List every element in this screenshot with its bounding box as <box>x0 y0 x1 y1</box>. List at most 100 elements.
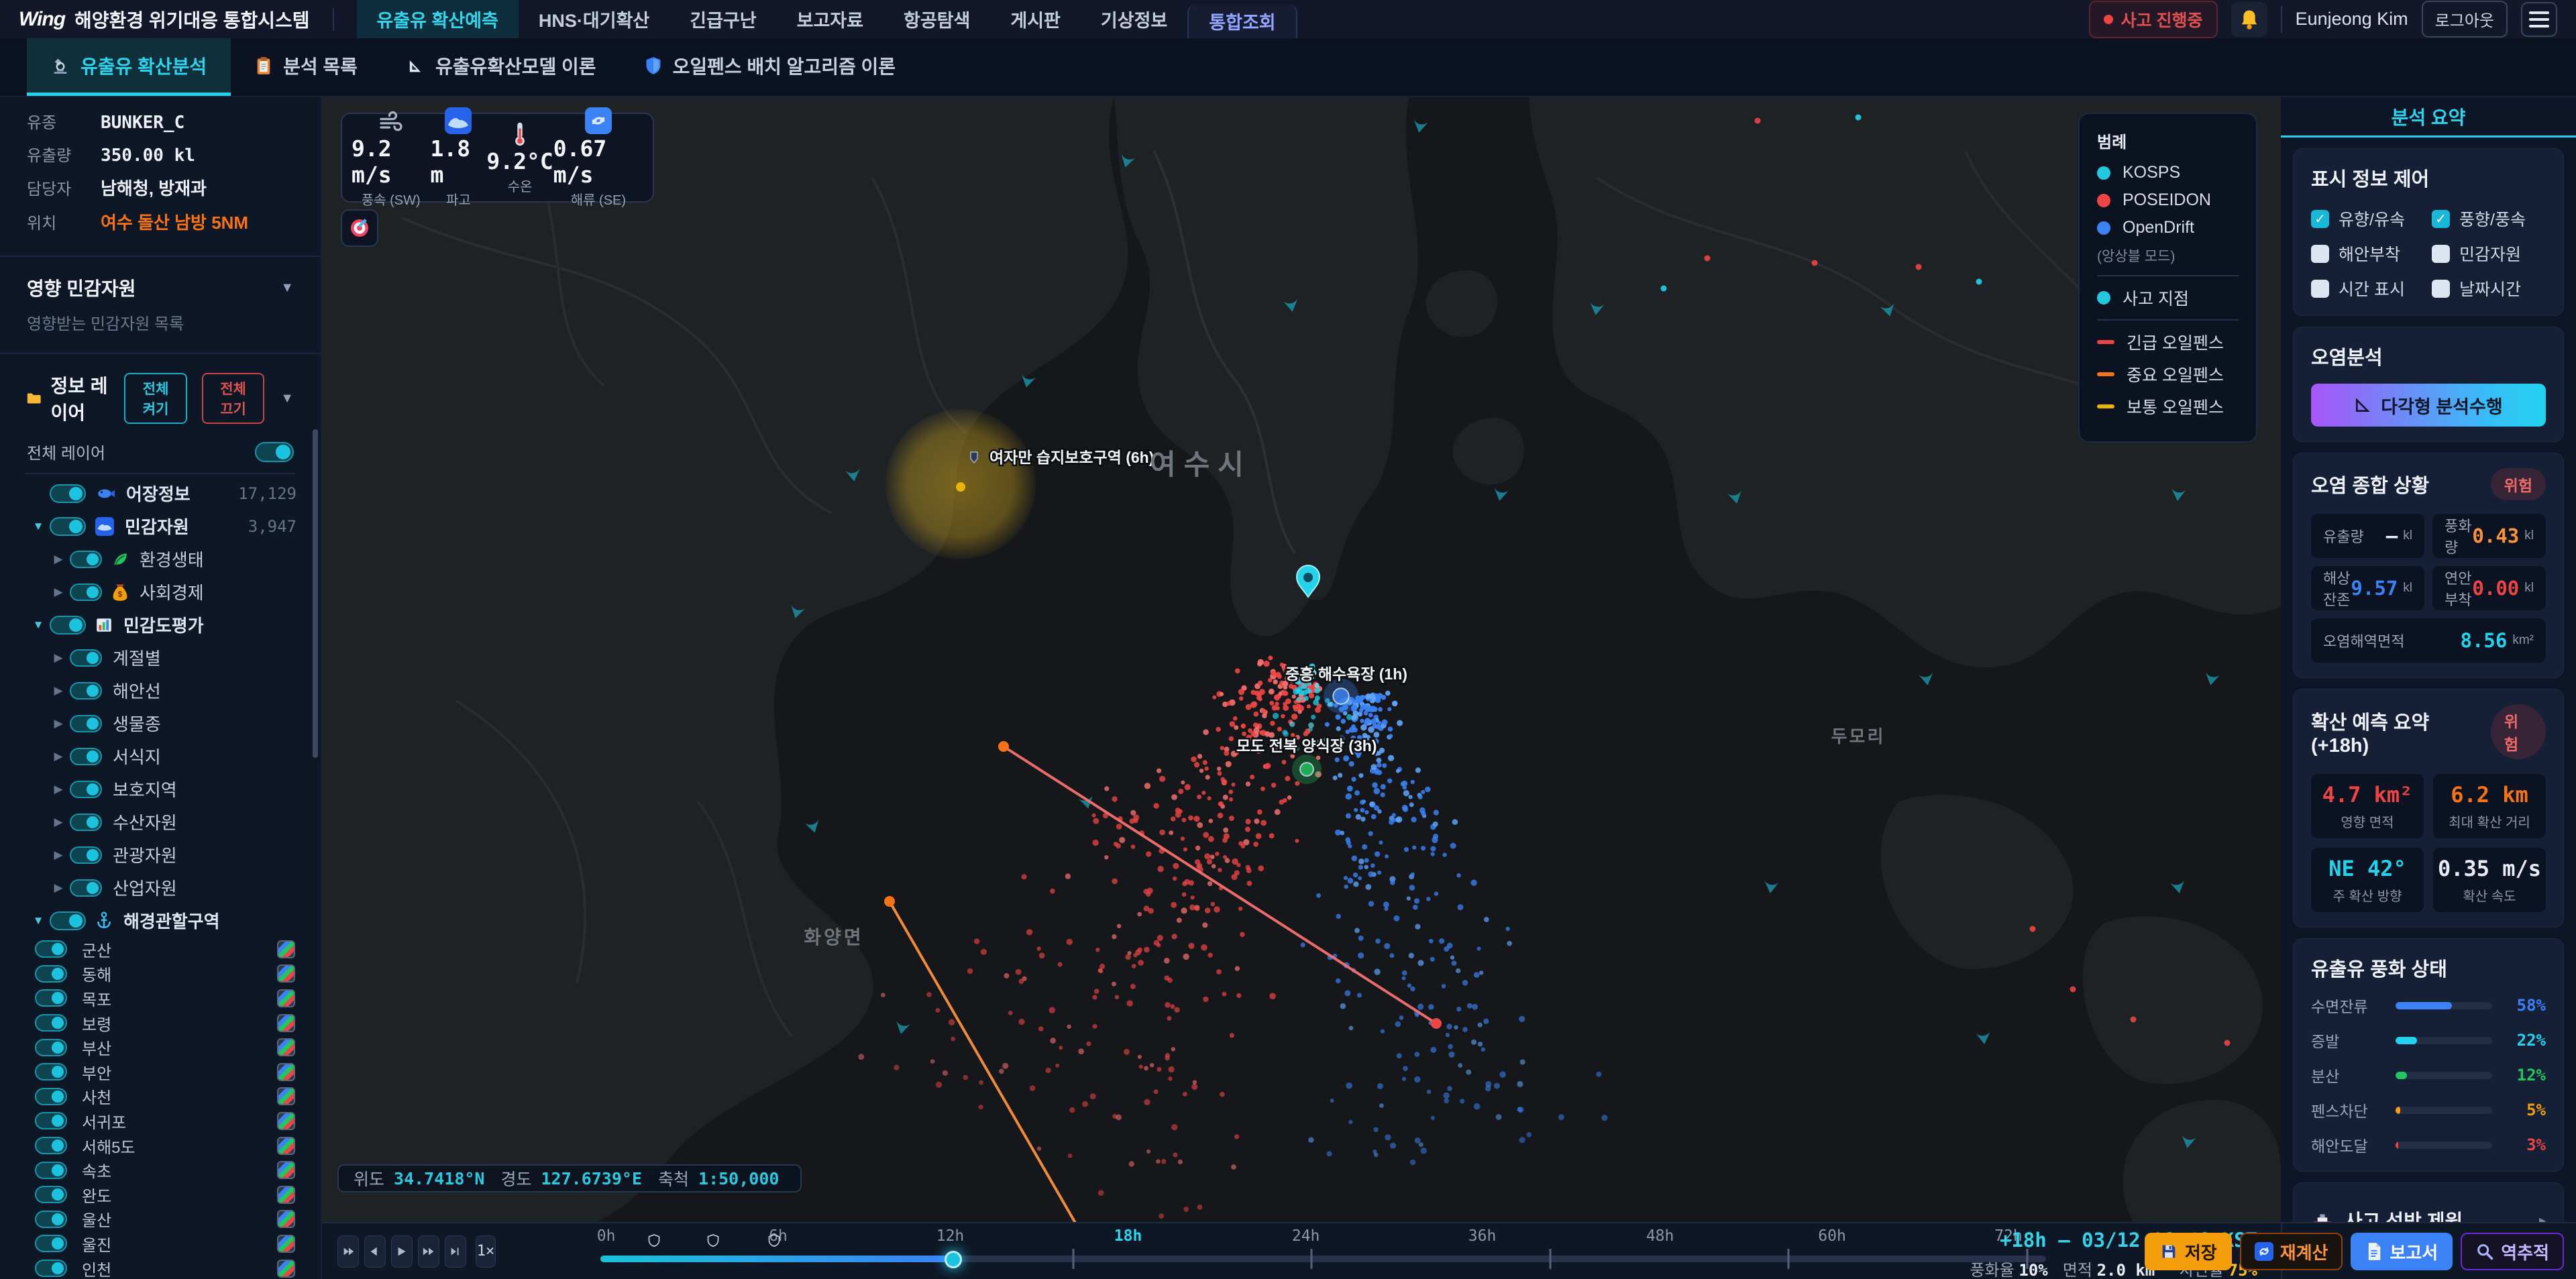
region-map-icon[interactable] <box>277 1260 295 1278</box>
checkbox-icon[interactable] <box>2432 245 2450 263</box>
main-nav-tab-통합조회[interactable]: 통합조회 <box>1187 4 1297 38</box>
checkbox-icon[interactable] <box>2432 280 2450 298</box>
sensitive-resources-section[interactable]: 영향 민감자원 ▼ <box>0 264 321 307</box>
main-nav-tab-HNS·대기확산[interactable]: HNS·대기확산 <box>519 0 669 38</box>
region-map-icon[interactable] <box>277 1235 295 1253</box>
layer-toggle[interactable] <box>70 814 102 831</box>
region-toggle[interactable] <box>35 1260 67 1277</box>
expand-caret-icon[interactable]: ▶ <box>47 651 70 665</box>
recalc-button[interactable]: 재계산 <box>2240 1233 2343 1270</box>
layer-toggle[interactable] <box>70 682 102 700</box>
time-slider[interactable]: 0h6h12h18h24h36h48h60h72h <box>600 1223 2046 1279</box>
main-nav-tab-기상정보[interactable]: 기상정보 <box>1081 0 1187 38</box>
region-toggle[interactable] <box>35 1088 67 1105</box>
region-toggle[interactable] <box>35 1063 67 1080</box>
display-option-유향/유속[interactable]: ✓유향/유속 <box>2311 207 2425 231</box>
main-nav-tab-게시판[interactable]: 게시판 <box>990 0 1081 38</box>
collapse-caret-icon[interactable]: ▼ <box>27 520 50 533</box>
region-toggle[interactable] <box>35 1014 67 1032</box>
timeline-thumb[interactable] <box>945 1251 962 1268</box>
region-map-icon[interactable] <box>277 1063 295 1081</box>
collapse-caret-icon[interactable]: ▼ <box>27 914 50 928</box>
display-option-날짜시간[interactable]: 날짜시간 <box>2432 276 2546 300</box>
playback-play-button[interactable] <box>391 1235 413 1268</box>
layer-toggle[interactable] <box>70 715 102 732</box>
display-option-해안부착[interactable]: 해안부착 <box>2311 241 2425 266</box>
region-toggle[interactable] <box>35 1039 67 1056</box>
playback-skip-end-button[interactable] <box>445 1235 466 1268</box>
master-layer-toggle[interactable] <box>255 442 294 462</box>
layer-toggle[interactable] <box>50 484 86 503</box>
polygon-analysis-button[interactable]: 다각형 분석수행 <box>2311 384 2546 427</box>
region-toggle[interactable] <box>35 940 67 958</box>
trace-button[interactable]: 역추적 <box>2461 1233 2564 1270</box>
layer-toggle[interactable] <box>70 649 102 667</box>
region-map-icon[interactable] <box>277 1161 295 1179</box>
collapse-caret-icon[interactable]: ▼ <box>27 618 50 632</box>
region-map-icon[interactable] <box>277 989 295 1007</box>
sidebar-scrollbar[interactable] <box>313 429 318 758</box>
expand-caret-icon[interactable]: ▶ <box>47 586 70 599</box>
playback-fast-forward-button[interactable] <box>418 1235 439 1268</box>
region-map-icon[interactable] <box>277 1137 295 1155</box>
playback-step-back-button[interactable] <box>364 1235 386 1268</box>
region-map-icon[interactable] <box>277 1087 295 1105</box>
region-map-icon[interactable] <box>277 1038 295 1056</box>
subtab-분석 목록[interactable]: 분석 목록 <box>231 38 382 96</box>
layer-toggle[interactable] <box>70 781 102 798</box>
main-nav-tab-항공탐색[interactable]: 항공탐색 <box>883 0 990 38</box>
region-toggle[interactable] <box>35 1211 67 1228</box>
recenter-button[interactable] <box>341 209 378 247</box>
checkbox-icon[interactable] <box>2311 280 2329 298</box>
display-option-시간 표시[interactable]: 시간 표시 <box>2311 276 2425 300</box>
expand-caret-icon[interactable]: ▶ <box>47 881 70 895</box>
layer-toggle[interactable] <box>50 616 86 634</box>
region-toggle[interactable] <box>35 1235 67 1252</box>
region-map-icon[interactable] <box>277 1186 295 1204</box>
expand-caret-icon[interactable]: ▶ <box>47 717 70 730</box>
subtab-유출유 확산분석[interactable]: 유출유 확산분석 <box>27 38 231 96</box>
all-layers-off-button[interactable]: 전체 끄기 <box>202 373 264 424</box>
display-option-민감자원[interactable]: 민감자원 <box>2432 241 2546 266</box>
region-toggle[interactable] <box>35 1137 67 1154</box>
region-toggle[interactable] <box>35 1112 67 1129</box>
region-toggle[interactable] <box>35 1186 67 1203</box>
layer-toggle[interactable] <box>70 879 102 897</box>
playback-speed-button[interactable]: 1× <box>476 1235 496 1268</box>
region-toggle[interactable] <box>35 1162 67 1179</box>
main-nav-tab-보고자료[interactable]: 보고자료 <box>777 0 883 38</box>
region-map-icon[interactable] <box>277 940 295 958</box>
expand-caret-icon[interactable]: ▶ <box>47 553 70 566</box>
region-toggle[interactable] <box>35 965 67 983</box>
playback-skip-start-button[interactable] <box>337 1235 359 1268</box>
layer-toggle[interactable] <box>50 517 86 536</box>
map-canvas[interactable]: 여자만 습지보호구역 (6h)중흥 해수욕장 (1h)모도 전복 양식장 (3h… <box>322 97 2281 1222</box>
main-nav-tab-긴급구난[interactable]: 긴급구난 <box>669 0 776 38</box>
expand-caret-icon[interactable]: ▶ <box>47 783 70 796</box>
layer-toggle[interactable] <box>50 911 86 930</box>
layer-toggle[interactable] <box>70 748 102 765</box>
report-button[interactable]: 보고서 <box>2351 1233 2453 1270</box>
checkbox-checked-icon[interactable]: ✓ <box>2311 210 2329 228</box>
checkbox-checked-icon[interactable]: ✓ <box>2432 210 2450 228</box>
layer-toggle[interactable] <box>70 846 102 864</box>
notifications-button[interactable] <box>2231 2 2267 37</box>
region-map-icon[interactable] <box>277 1112 295 1130</box>
layer-toggle[interactable] <box>70 551 102 568</box>
expand-caret-icon[interactable]: ▶ <box>47 848 70 862</box>
checkbox-icon[interactable] <box>2311 245 2329 263</box>
menu-button[interactable] <box>2521 2 2557 37</box>
save-button[interactable]: 저장 <box>2145 1233 2232 1270</box>
subtab-유출유확산모델 이론[interactable]: 유출유확산모델 이론 <box>382 38 621 96</box>
logout-button[interactable]: 로그아웃 <box>2422 1 2508 38</box>
collapsed-card-사고 선박 제원[interactable]: 사고 선박 제원▸ <box>2293 1182 2564 1222</box>
main-nav-tab-유출유 확산예측[interactable]: 유출유 확산예측 <box>357 0 519 38</box>
region-map-icon[interactable] <box>277 964 295 983</box>
region-map-icon[interactable] <box>277 1014 295 1032</box>
region-toggle[interactable] <box>35 989 67 1007</box>
display-option-풍향/풍속[interactable]: ✓풍향/풍속 <box>2432 207 2546 231</box>
layer-toggle[interactable] <box>70 583 102 601</box>
expand-caret-icon[interactable]: ▶ <box>47 816 70 829</box>
expand-caret-icon[interactable]: ▶ <box>47 684 70 698</box>
region-map-icon[interactable] <box>277 1210 295 1228</box>
